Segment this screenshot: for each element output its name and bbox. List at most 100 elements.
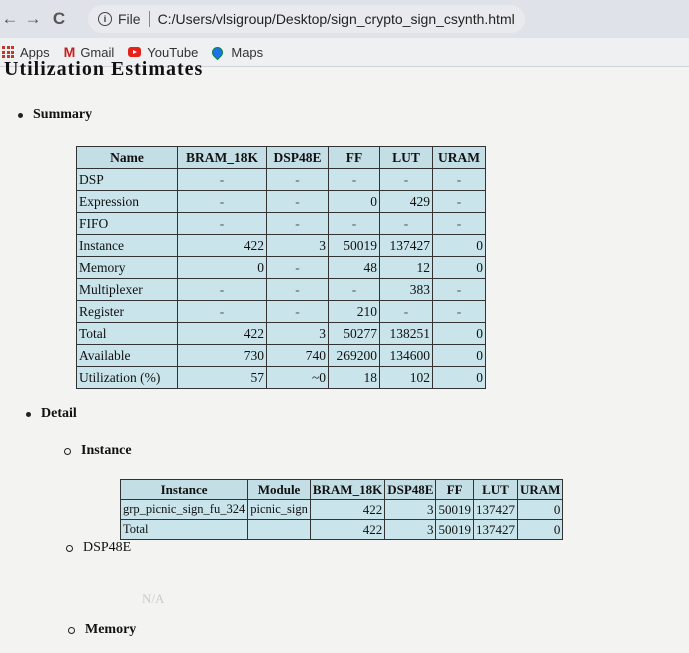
- summary-cell: -: [177, 278, 267, 301]
- summary-cell: 0: [432, 256, 486, 279]
- instance-header-cell: BRAM_18K: [309, 479, 386, 500]
- summary-cell: 0: [177, 256, 267, 279]
- instance-cell: 422: [309, 519, 386, 540]
- browser-toolbar: ← → C i File C:/Users/vlsigroup/Desktop/…: [0, 0, 689, 38]
- bullet-circle: [68, 626, 75, 634]
- summary-cell: 50277: [328, 322, 380, 345]
- bookmark-maps[interactable]: Maps: [210, 44, 264, 60]
- instance-row: grp_picnic_sign_fu_324 picnic_sign 422 3 500…: [119, 499, 564, 520]
- instance-header-cell: Module: [247, 479, 311, 500]
- summary-row: FIFO - - - - -: [76, 212, 486, 235]
- omnibox-separator: [148, 11, 150, 27]
- summary-cell: Available: [76, 344, 178, 367]
- summary-cell: 383: [379, 278, 433, 301]
- summary-cell: -: [266, 190, 329, 213]
- instance-cell: grp_picnic_sign_fu_324: [119, 499, 249, 520]
- summary-cell: 422: [177, 234, 267, 257]
- summary-cell: 3: [266, 322, 329, 345]
- summary-cell: -: [266, 278, 329, 301]
- bullet-circle: [66, 544, 73, 552]
- summary-cell: -: [328, 168, 380, 191]
- apps-icon: [2, 46, 14, 58]
- summary-cell: FIFO: [76, 212, 178, 235]
- summary-cell: -: [432, 278, 486, 301]
- summary-cell: -: [266, 256, 329, 279]
- bullet-dot: [18, 112, 23, 118]
- summary-cell: Instance: [76, 234, 178, 257]
- instance-cell: Total: [119, 519, 249, 540]
- summary-cell: -: [266, 212, 329, 235]
- summary-row: Memory 0-48 12 0: [76, 256, 486, 279]
- forward-icon[interactable]: →: [20, 9, 46, 29]
- instance-header-cell: FF: [435, 479, 474, 500]
- memory-bullet: Memory: [68, 622, 136, 638]
- dsp-na-text: N/A: [142, 591, 165, 606]
- summary-cell: 50019: [328, 234, 380, 257]
- instance-cell: 137427: [472, 499, 518, 520]
- summary-cell: -: [379, 212, 433, 235]
- url-text[interactable]: C:/Users/vlsigroup/Desktop/sign_crypto_s…: [158, 11, 515, 27]
- memory-label: Memory: [85, 622, 137, 637]
- summary-header-cell: LUT: [379, 146, 433, 169]
- dsp-label: DSP48E: [83, 540, 132, 555]
- summary-cell: -: [379, 168, 433, 191]
- summary-cell: 3: [266, 234, 329, 257]
- instance-bullet: Instance: [64, 443, 132, 459]
- summary-cell: -: [328, 278, 380, 301]
- summary-cell: 0: [328, 190, 380, 213]
- summary-cell: -: [266, 168, 329, 191]
- summary-cell: 0: [432, 234, 486, 257]
- summary-cell: ~0: [266, 366, 329, 389]
- summary-cell: -: [432, 168, 486, 191]
- youtube-icon: [128, 47, 142, 57]
- summary-cell: Expression: [76, 190, 178, 213]
- summary-cell: 48: [328, 256, 380, 279]
- summary-header-cell: Name: [76, 146, 178, 169]
- bookmark-label: Maps: [231, 44, 264, 60]
- info-icon[interactable]: i: [98, 12, 112, 26]
- summary-cell: 12: [379, 256, 433, 279]
- summary-cell: DSP: [76, 168, 178, 191]
- summary-row: Multiplexer - - -383-: [76, 278, 486, 301]
- summary-row: DSP - - - - -: [76, 168, 486, 191]
- summary-header-cell: DSP48E: [266, 146, 329, 169]
- dsp-bullet: DSP48E: [66, 540, 131, 556]
- instance-cell: picnic_sign: [247, 499, 311, 520]
- report-page: Utilization Estimates Summary Name BRAM_1…: [0, 58, 689, 653]
- summary-row: Total 422 3 50277 138251 0: [76, 322, 486, 345]
- summary-cell: Total: [76, 322, 178, 345]
- instance-cell: 422: [309, 499, 386, 520]
- summary-cell: Multiplexer: [76, 278, 178, 301]
- back-icon[interactable]: ←: [0, 9, 20, 29]
- summary-cell: 210: [328, 300, 380, 323]
- summary-header-cell: URAM: [432, 146, 486, 169]
- summary-cell: 269200: [328, 344, 380, 367]
- instance-label: Instance: [81, 443, 132, 458]
- bullet-dot: [26, 411, 31, 417]
- instance-header-cell: DSP48E: [384, 479, 437, 500]
- summary-cell: 740: [266, 344, 329, 367]
- summary-cell: 0: [432, 344, 486, 367]
- instance-cell: 50019: [435, 499, 474, 520]
- instance-table: Instance Module BRAM_18K DSP48E FF LUT URAM gr…: [119, 479, 564, 540]
- summary-cell: -: [177, 212, 267, 235]
- summary-cell: -: [432, 212, 486, 235]
- summary-row: Register - -210- -: [76, 300, 486, 323]
- instance-cell: 3: [384, 519, 437, 540]
- summary-cell: 134600: [379, 344, 433, 367]
- detail-label: Detail: [41, 406, 77, 421]
- summary-cell: -: [432, 300, 486, 323]
- summary-header-cell: FF: [328, 146, 380, 169]
- instance-cell: 0: [516, 519, 564, 540]
- instance-cell: 0: [516, 499, 564, 520]
- summary-label: Summary: [33, 107, 93, 122]
- instance-cell: 137427: [472, 519, 518, 540]
- summary-cell: -: [432, 190, 486, 213]
- file-label: File: [118, 11, 141, 27]
- address-bar[interactable]: i File C:/Users/vlsigroup/Desktop/sign_c…: [88, 5, 525, 33]
- maps-icon: [210, 44, 226, 60]
- summary-cell: -: [379, 300, 433, 323]
- summary-cell: 138251: [379, 322, 433, 345]
- summary-row: Utilization (%) 57 ~0 18 102 0: [76, 366, 486, 389]
- reload-icon[interactable]: C: [46, 9, 72, 29]
